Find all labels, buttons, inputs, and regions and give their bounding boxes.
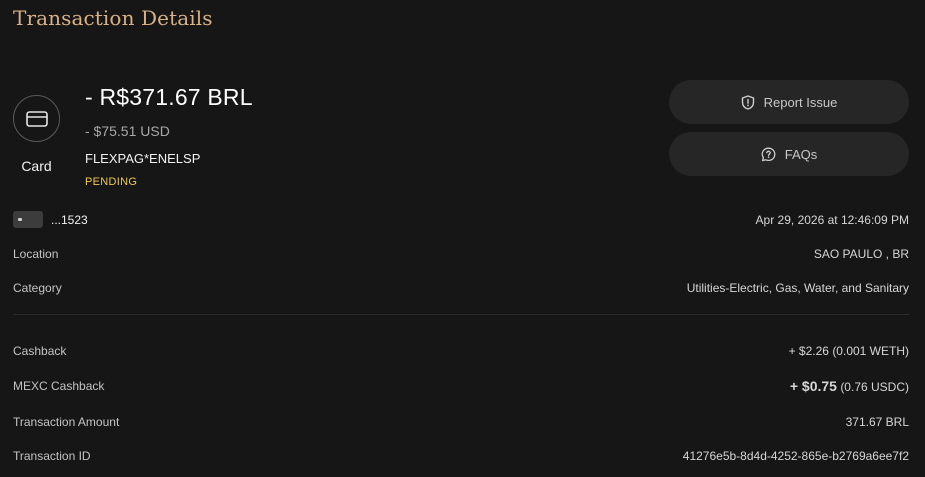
payment-method-label: Card <box>21 158 52 174</box>
location-label: Location <box>13 247 59 261</box>
card-thumbnail-icon <box>13 211 43 228</box>
help-chat-icon <box>761 147 776 161</box>
transaction-details-page: Transaction Details Card - R$371.67 BRL … <box>0 0 925 477</box>
location-value: SAO PAULO , BR <box>813 247 909 261</box>
mexc-cashback-label: MEXC Cashback <box>13 379 105 393</box>
faqs-label: FAQs <box>784 146 818 162</box>
card-date-row: ...1523 Apr 29, 2026 at 12:46:09 PM <box>13 211 909 228</box>
merchant-name: FLEXPAG*ENELSP <box>85 151 201 166</box>
cashback-value-group: + $2.26 (0.001 WETH) <box>789 344 909 358</box>
cashback-label: Cashback <box>13 344 67 358</box>
category-label: Category <box>13 281 62 295</box>
transaction-amount-value: 371.67 BRL <box>845 415 909 429</box>
location-row: Location SAO PAULO , BR <box>13 247 909 261</box>
shield-alert-icon <box>741 94 754 110</box>
report-issue-button[interactable]: Report Issue <box>669 80 909 124</box>
card-avatar <box>13 95 60 142</box>
transaction-amount-row: Transaction Amount 371.67 BRL <box>13 415 909 429</box>
transaction-id-row: Transaction ID 41276e5b-8d4d-4252-865e-b… <box>13 449 909 463</box>
section-divider <box>13 314 909 315</box>
status-badge: PENDING <box>85 176 138 188</box>
mexc-cashback-value: + $0.75 <box>789 378 837 394</box>
card-info: ...1523 <box>13 211 88 228</box>
transaction-datetime: Apr 29, 2026 at 12:46:09 PM <box>755 212 909 227</box>
amount-primary: - R$371.67 BRL <box>85 84 253 110</box>
mexc-cashback-row: MEXC Cashback + $0.75 (0.76 USDC) <box>13 378 909 394</box>
cashback-row: Cashback + $2.26 (0.001 WETH) <box>13 344 909 358</box>
faqs-button[interactable]: FAQs <box>669 132 909 176</box>
credit-card-icon <box>25 110 48 127</box>
category-value: Utilities-Electric, Gas, Water, and Sani… <box>686 281 909 295</box>
page-title: Transaction Details <box>13 6 213 30</box>
transaction-id-value[interactable]: 41276e5b-8d4d-4252-865e-b2769a6ee7f2 <box>683 449 909 463</box>
category-row: Category Utilities-Electric, Gas, Water,… <box>13 281 909 295</box>
mexc-cashback-value-group: + $0.75 (0.76 USDC) <box>790 378 909 394</box>
mexc-cashback-crypto-value: (0.76 USDC) <box>840 380 909 394</box>
report-issue-label: Report Issue <box>763 94 838 110</box>
cashback-crypto-value: (0.001 WETH) <box>832 344 909 358</box>
transaction-id-label: Transaction ID <box>13 449 91 463</box>
cashback-value: + $2.26 <box>788 344 829 358</box>
card-last-digits: ...1523 <box>51 212 88 227</box>
amount-secondary: - $75.51 USD <box>85 123 170 139</box>
transaction-amount-label: Transaction Amount <box>13 415 120 429</box>
